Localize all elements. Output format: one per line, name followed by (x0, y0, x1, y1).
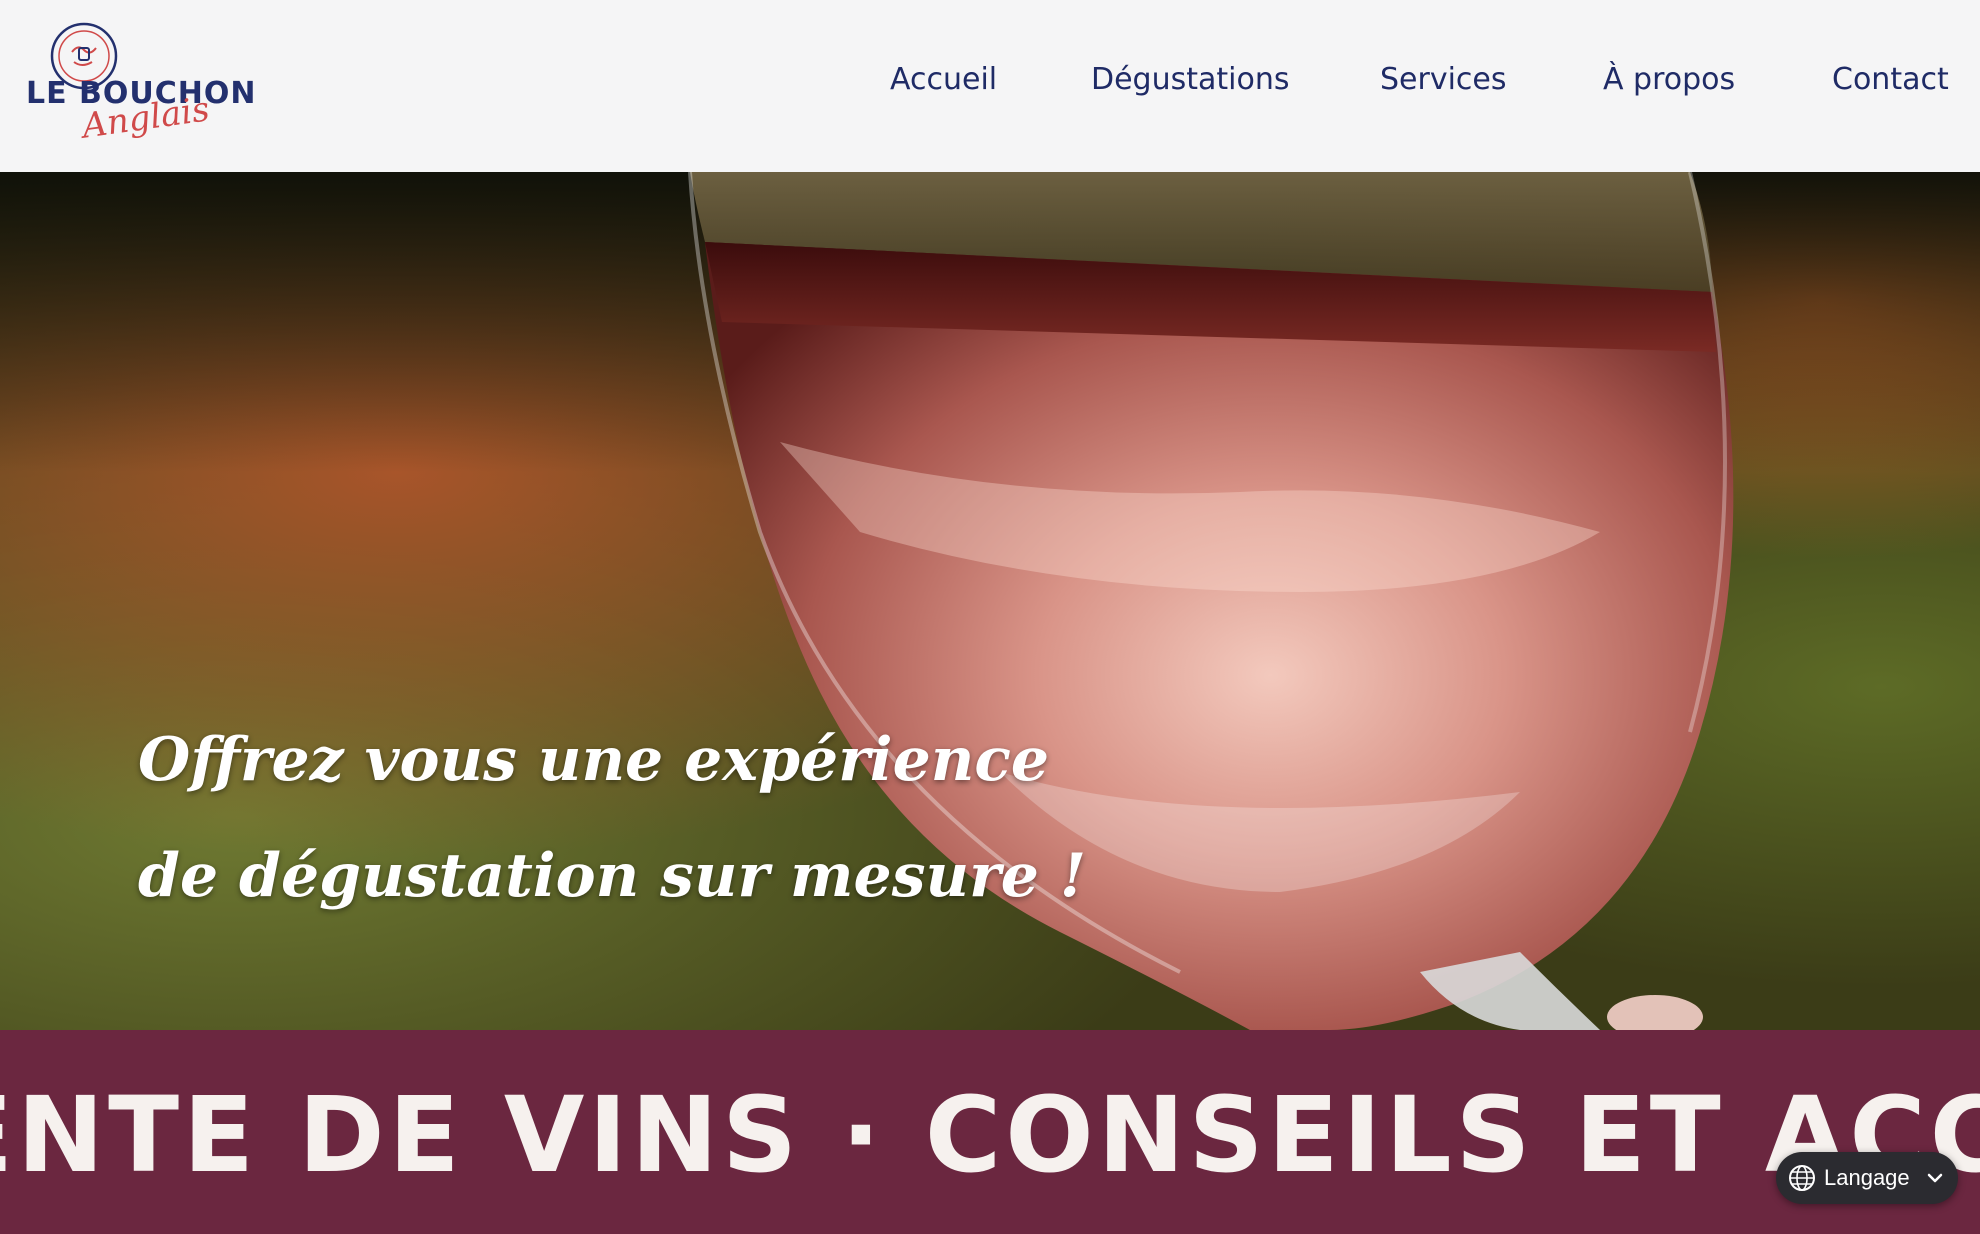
nav-item-contact[interactable]: Contact (1832, 62, 1949, 97)
main-nav: Accueil Dégustations Services À propos C… (0, 62, 1980, 110)
hero-section: Offrez vous une expérience de dégustatio… (0, 172, 1980, 1030)
marquee-banner: ENTE DE VINS · CONSEILS ET ACCOMPA (0, 1030, 1980, 1234)
chevron-down-icon (1927, 1173, 1943, 1183)
hero-heading: Offrez vous une expérience de dégustatio… (138, 702, 1086, 934)
nav-item-services[interactable]: Services (1380, 62, 1507, 97)
marquee-text: ENTE DE VINS · CONSEILS ET ACCOMPA (0, 1074, 1980, 1196)
language-selector[interactable]: Langage (1776, 1152, 1958, 1204)
nav-item-a-propos[interactable]: À propos (1603, 62, 1735, 97)
site-header: LE BOUCHON Anglais Accueil Dégustations … (0, 0, 1980, 172)
language-selector-label: Langage (1824, 1165, 1910, 1190)
nav-item-accueil[interactable]: Accueil (890, 62, 997, 97)
globe-icon (1789, 1165, 1815, 1191)
hero-heading-line1: Offrez vous une expérience (138, 725, 1050, 795)
nav-item-degustations[interactable]: Dégustations (1091, 62, 1290, 97)
hero-heading-line2: de dégustation sur mesure ! (138, 841, 1087, 911)
